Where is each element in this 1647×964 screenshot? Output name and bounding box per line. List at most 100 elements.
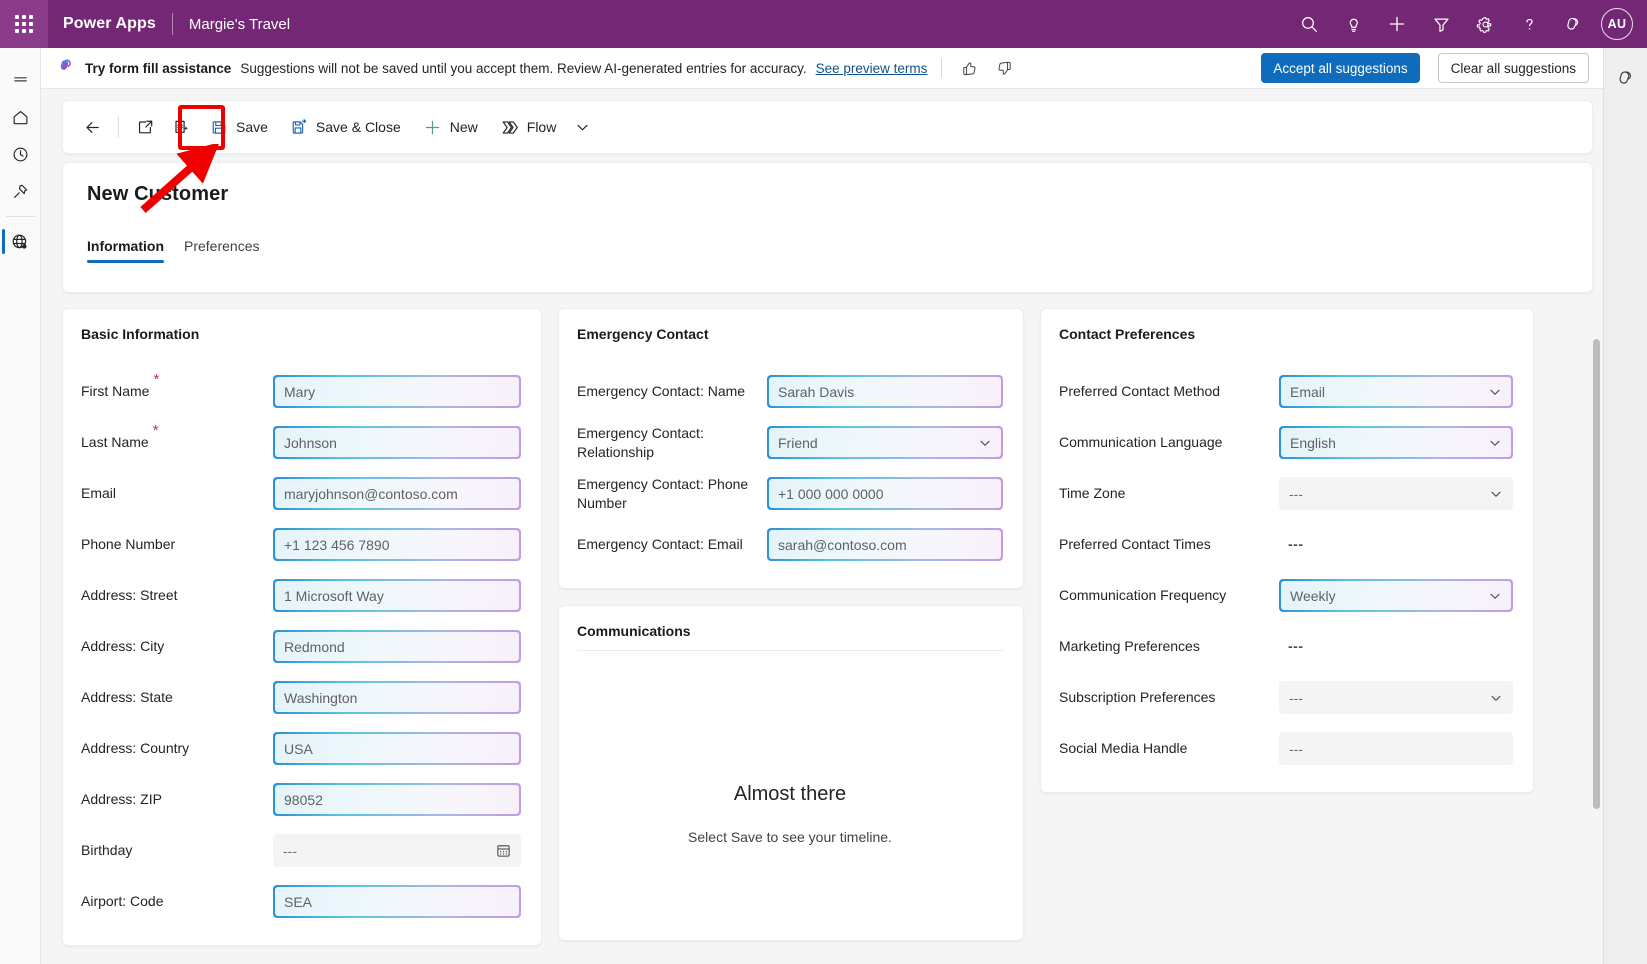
communication-frequency-select[interactable]: Weekly — [1279, 579, 1513, 612]
thumbs-up-button[interactable] — [956, 55, 982, 81]
vertical-scrollbar[interactable] — [1593, 339, 1600, 953]
thumb-like-icon — [961, 60, 978, 77]
phone-number-input[interactable]: +1 123 456 7890 — [273, 528, 521, 561]
field-value: Mary — [284, 384, 510, 400]
back-button[interactable] — [75, 110, 109, 144]
field-address-state: Address: State Washington — [81, 672, 521, 723]
copilot-panel-button[interactable] — [1604, 58, 1647, 98]
communication-language-select[interactable]: English — [1279, 426, 1513, 459]
field-label: Marketing Preferences — [1059, 637, 1200, 656]
avatar[interactable]: AU — [1601, 8, 1633, 40]
scrollbar-thumb[interactable] — [1593, 339, 1600, 809]
field-label: Emergency Contact: Phone Number — [577, 475, 752, 513]
field-label: Airport: Code — [81, 892, 163, 911]
field-control: Mary — [273, 375, 521, 408]
flow-button[interactable]: Flow — [490, 110, 567, 144]
field-value: --- — [1288, 638, 1304, 654]
copilot-sparkle-icon — [57, 56, 76, 80]
search-button[interactable] — [1287, 0, 1331, 48]
brand-label[interactable]: Power Apps — [63, 15, 156, 33]
open-in-new-window-button[interactable] — [128, 110, 162, 144]
sidebar-item-hamburger[interactable] — [0, 62, 41, 99]
emergency-contact-relationship-select[interactable]: Friend — [767, 426, 1003, 459]
emergency-contact-title: Emergency Contact — [577, 326, 1003, 342]
help-button[interactable] — [1507, 0, 1551, 48]
sidebar-item-recent[interactable] — [0, 136, 41, 173]
copilot-button[interactable] — [1551, 0, 1595, 48]
page-title: New Customer — [87, 183, 1568, 206]
accept-all-suggestions-button[interactable]: Accept all suggestions — [1261, 53, 1419, 83]
new-button-label: New — [450, 119, 478, 135]
power-apps-window: Power Apps Margie's Travel — [0, 0, 1647, 964]
address-city-input[interactable]: Redmond — [273, 630, 521, 663]
clock-icon — [11, 145, 30, 164]
field-label: Preferred Contact Method — [1059, 382, 1220, 401]
ideas-button[interactable] — [1331, 0, 1375, 48]
field-control: 98052 — [273, 783, 521, 816]
form-fill-assistance-button[interactable] — [164, 110, 198, 144]
filter-icon — [1432, 15, 1451, 34]
sidebar-item-customers[interactable] — [0, 223, 41, 260]
preferred-contact-method-select[interactable]: Email — [1279, 375, 1513, 408]
subscription-preferences-select[interactable]: --- — [1279, 681, 1513, 714]
banner-divider — [941, 58, 942, 78]
address-street-input[interactable]: 1 Microsoft Way — [273, 579, 521, 612]
thumb-dislike-icon — [996, 60, 1013, 77]
emergency-contact-name-input[interactable]: Sarah Davis — [767, 375, 1003, 408]
airport-code-input[interactable]: SEA — [273, 885, 521, 918]
emergency-contact-email-input[interactable]: sarah@contoso.com — [767, 528, 1003, 561]
sidebar-item-home[interactable] — [0, 99, 41, 136]
field-label: Social Media Handle — [1059, 739, 1187, 758]
emergency-contact-phone-input[interactable]: +1 000 000 0000 — [767, 477, 1003, 510]
field-control[interactable]: --- — [1279, 638, 1513, 656]
command-divider — [118, 116, 119, 138]
filter-button[interactable] — [1419, 0, 1463, 48]
field-subscription-preferences: Subscription Preferences --- — [1059, 672, 1513, 723]
tab-information[interactable]: Information — [87, 238, 164, 263]
emergency-contact-section: Emergency Contact Emergency Contact: Nam… — [558, 308, 1024, 589]
preview-terms-link[interactable]: See preview terms — [816, 61, 928, 76]
calendar-icon[interactable] — [496, 843, 511, 858]
field-control: Washington — [273, 681, 521, 714]
tab-preferences[interactable]: Preferences — [184, 238, 259, 263]
thumbs-down-button[interactable] — [991, 55, 1017, 81]
app-launcher-button[interactable] — [0, 0, 48, 48]
field-control: Email — [1279, 375, 1513, 408]
address-zip-input[interactable]: 98052 — [273, 783, 521, 816]
field-label: First Name — [81, 382, 149, 401]
save-button[interactable]: Save — [200, 110, 278, 144]
settings-button[interactable] — [1463, 0, 1507, 48]
field-value: sarah@contoso.com — [778, 537, 992, 553]
app-name-label[interactable]: Margie's Travel — [189, 16, 290, 33]
gear-icon — [1476, 15, 1495, 34]
field-last-name: Last Name * Johnson — [81, 417, 521, 468]
form-column-middle: Emergency Contact Emergency Contact: Nam… — [558, 308, 1024, 941]
address-country-input[interactable]: USA — [273, 732, 521, 765]
last-name-input[interactable]: Johnson — [273, 426, 521, 459]
address-state-input[interactable]: Washington — [273, 681, 521, 714]
field-control: +1 123 456 7890 — [273, 528, 521, 561]
field-emergency-contact-email: Emergency Contact: Email sarah@contoso.c… — [577, 519, 1003, 570]
save-and-close-button[interactable]: Save & Close — [280, 110, 411, 144]
field-value: Weekly — [1290, 588, 1488, 604]
time-zone-select[interactable]: --- — [1279, 477, 1513, 510]
social-media-handle-input[interactable]: --- — [1279, 732, 1513, 765]
basic-information-section: Basic Information First Name * Mary — [62, 308, 542, 946]
new-button[interactable]: New — [413, 110, 488, 144]
more-commands-button[interactable] — [568, 110, 596, 144]
birthday-input[interactable]: --- — [273, 834, 521, 867]
field-birthday: Birthday --- — [81, 825, 521, 876]
first-name-input[interactable]: Mary — [273, 375, 521, 408]
field-value: USA — [284, 741, 510, 757]
field-control[interactable]: --- — [1279, 536, 1513, 554]
field-first-name: First Name * Mary — [81, 366, 521, 417]
field-control: sarah@contoso.com — [767, 528, 1003, 561]
clear-all-suggestions-button[interactable]: Clear all suggestions — [1438, 53, 1589, 83]
email-input[interactable]: maryjohnson@contoso.com — [273, 477, 521, 510]
field-value: English — [1290, 435, 1488, 451]
plus-icon — [423, 118, 442, 137]
new-record-button[interactable] — [1375, 0, 1419, 48]
field-value: Johnson — [284, 435, 510, 451]
field-control: SEA — [273, 885, 521, 918]
sidebar-item-pinned[interactable] — [0, 173, 41, 210]
